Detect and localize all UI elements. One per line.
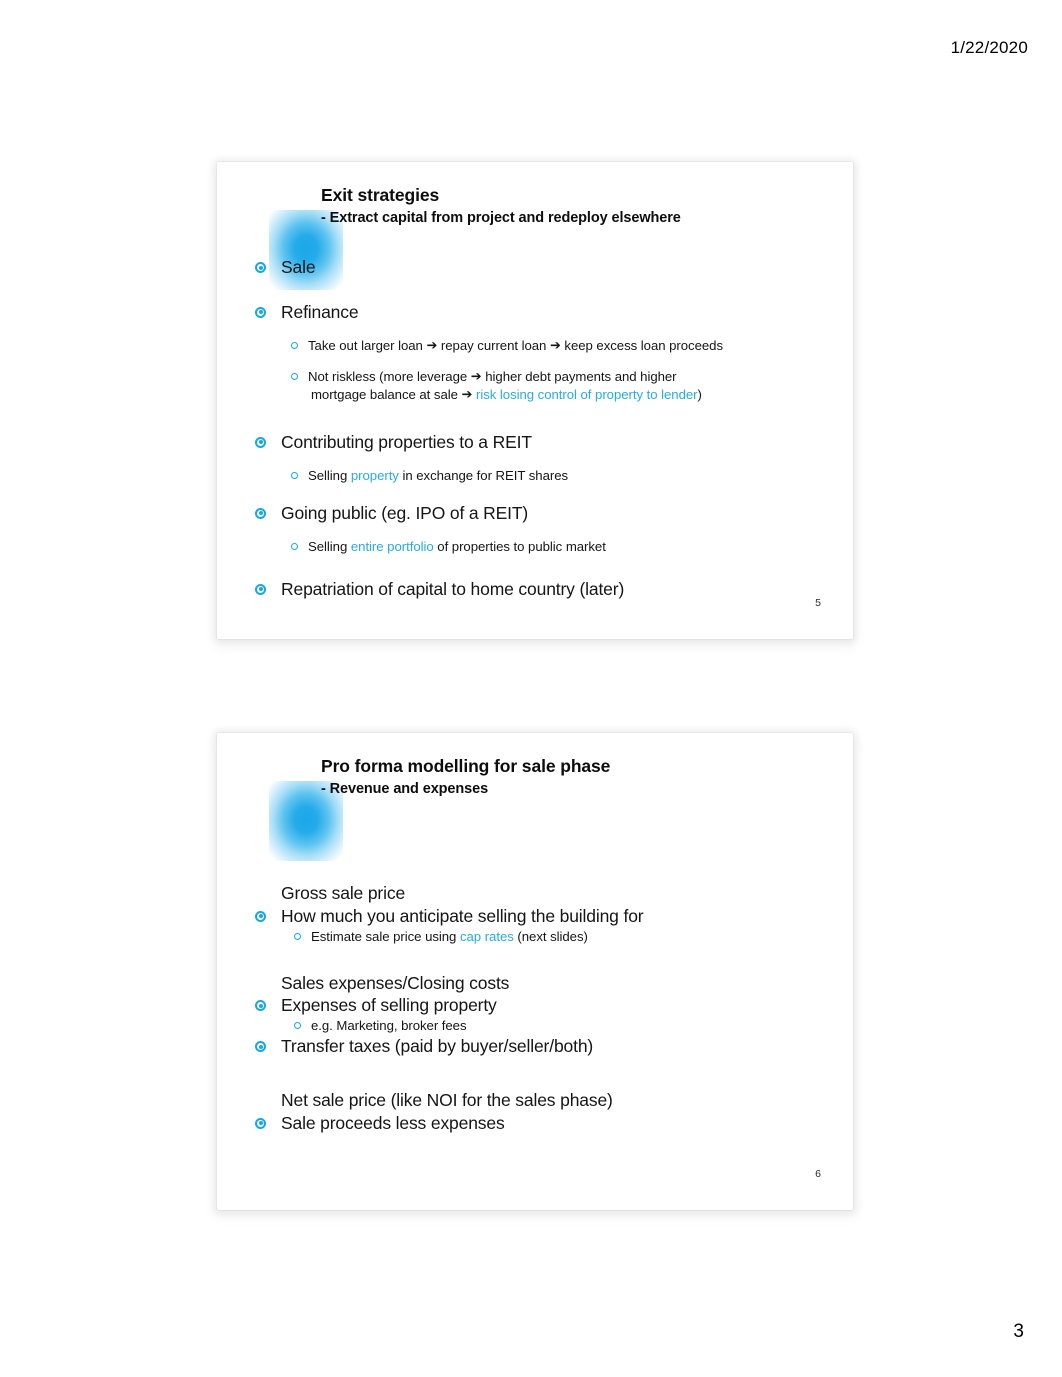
sub-bullet-text: e.g. Marketing, broker fees xyxy=(311,1018,467,1034)
radio-bullet-icon xyxy=(255,1000,266,1012)
slide-title: Exit strategies xyxy=(321,185,440,205)
circle-bullet-icon xyxy=(294,1022,301,1030)
slide-title: Pro forma modelling for sale phase xyxy=(321,756,611,776)
bullet-item-how-much-anticipate: How much you anticipate selling the buil… xyxy=(251,905,829,928)
sub-bullet-text-b: repay current loan xyxy=(440,337,547,353)
sub-bullet-text-b: higher debt payments and higher xyxy=(485,368,677,384)
highlighted-text: property xyxy=(350,467,399,483)
bullet-item-refinance: Refinance xyxy=(251,301,829,324)
slide-body: Gross sale price How much you anticipate… xyxy=(251,851,829,1135)
section-heading-gross-sale-price: Gross sale price xyxy=(281,883,406,903)
slide-card-5: Exit strategies - Extract capital from p… xyxy=(217,162,853,639)
slide-body: Sale Refinance Take out larger loan ➔ re… xyxy=(251,256,829,601)
sub-bullet-take-out-larger-loan: Take out larger loan ➔ repay current loa… xyxy=(251,337,829,355)
radio-bullet-icon xyxy=(255,583,266,595)
sub-bullet-text-b: in exchange for REIT shares xyxy=(402,467,569,483)
sub-bullet-text-a: Selling xyxy=(308,467,348,483)
highlighted-text: cap rates xyxy=(459,928,514,944)
radio-bullet-icon xyxy=(255,1117,266,1129)
sub-bullet-marketing-broker-fees: e.g. Marketing, broker fees xyxy=(251,1017,829,1035)
bullet-label: Refinance xyxy=(281,301,359,322)
sub-bullet-not-riskless: Not riskless (more leverage ➔ higher deb… xyxy=(251,368,829,405)
highlighted-text: entire portfolio xyxy=(350,538,434,554)
circle-bullet-icon xyxy=(294,932,301,940)
bullet-item-expenses-of-selling: Expenses of selling property xyxy=(251,994,829,1017)
bullet-item-repatriation: Repatriation of capital to home country … xyxy=(251,578,829,601)
bullet-label: Going public (eg. IPO of a REIT) xyxy=(281,502,529,523)
section-heading-sales-expenses: Sales expenses/Closing costs xyxy=(281,972,510,993)
page-number: 3 xyxy=(1013,1321,1024,1342)
sub-bullet-text-a: Not riskless (more leverage xyxy=(308,368,468,384)
slide-subtitle: - Extract capital from project and redep… xyxy=(321,210,681,227)
bullet-item-sale: Sale xyxy=(251,256,829,279)
radio-bullet-icon xyxy=(255,910,266,922)
bullet-item-sale-proceeds: Sale proceeds less expenses xyxy=(251,1112,829,1135)
bullet-label: Sale xyxy=(281,257,316,277)
sub-bullet-estimate-sale-price: Estimate sale price using cap rates (nex… xyxy=(251,928,829,946)
bullet-label: Contributing properties to a REIT xyxy=(281,431,532,452)
arrow-right-icon: ➔ xyxy=(461,387,473,403)
radio-bullet-icon xyxy=(255,436,266,448)
slide-title-block: Exit strategies - Extract capital from p… xyxy=(321,184,825,228)
sub-bullet-wrapped-line: mortgage balance at sale ➔ risk losing c… xyxy=(308,386,829,404)
closing-paren: ) xyxy=(697,387,702,403)
bullet-label: Sale proceeds less expenses xyxy=(281,1112,505,1133)
arrow-right-icon: ➔ xyxy=(549,338,561,353)
circle-bullet-icon xyxy=(291,341,298,349)
radio-bullet-icon xyxy=(255,507,266,519)
bullet-item-contributing-reit: Contributing properties to a REIT xyxy=(251,431,829,454)
bullet-label: Expenses of selling property xyxy=(281,995,497,1016)
sub-bullet-text-c: keep excess loan proceeds xyxy=(564,337,723,353)
radio-bullet-icon xyxy=(255,1041,266,1053)
bullet-label: How much you anticipate selling the buil… xyxy=(281,905,644,926)
printed-slides-page: 1/22/2020 Exit strategies - Extract capi… xyxy=(0,0,1062,1377)
sub-bullet-selling-entire-portfolio: Selling entire portfolio of properties t… xyxy=(251,538,829,556)
arrow-right-icon: ➔ xyxy=(470,369,482,385)
circle-bullet-icon xyxy=(291,542,298,550)
sub-bullet-text-b: of properties to public market xyxy=(437,538,606,554)
slide-content-6: Pro forma modelling for sale phase - Rev… xyxy=(225,741,845,1202)
sub-bullet-text-a: Estimate sale price using xyxy=(311,928,457,944)
highlighted-text: risk losing control of property to lende… xyxy=(475,387,698,403)
sub-bullet-text-c: mortgage balance at sale xyxy=(311,387,458,403)
slide-number: 6 xyxy=(815,1168,821,1180)
section-heading-net-sale-price: Net sale price (like NOI for the sales p… xyxy=(281,1090,613,1111)
bullet-label: Repatriation of capital to home country … xyxy=(281,578,625,599)
circle-bullet-icon xyxy=(291,471,298,479)
slide-title-block: Pro forma modelling for sale phase - Rev… xyxy=(321,755,825,799)
page-date: 1/22/2020 xyxy=(950,38,1028,57)
sub-bullet-text-a: Take out larger loan xyxy=(308,337,423,353)
bullet-label: Transfer taxes (paid by buyer/seller/bot… xyxy=(281,1036,594,1057)
sub-bullet-text-a: Selling xyxy=(308,538,348,554)
bullet-item-going-public: Going public (eg. IPO of a REIT) xyxy=(251,502,829,525)
slide-number: 5 xyxy=(815,597,821,609)
circle-bullet-icon xyxy=(291,372,298,380)
slide-content-5: Exit strategies - Extract capital from p… xyxy=(225,170,845,631)
radio-bullet-icon xyxy=(255,262,266,273)
sub-bullet-selling-property: Selling property in exchange for REIT sh… xyxy=(251,467,829,485)
bullet-item-transfer-taxes: Transfer taxes (paid by buyer/seller/bot… xyxy=(251,1035,829,1058)
sub-bullet-text-b: (next slides) xyxy=(517,928,588,944)
slide-card-6: Pro forma modelling for sale phase - Rev… xyxy=(217,733,853,1210)
radio-bullet-icon xyxy=(255,306,266,318)
arrow-right-icon: ➔ xyxy=(426,338,438,353)
slide-subtitle: - Revenue and expenses xyxy=(321,781,489,798)
